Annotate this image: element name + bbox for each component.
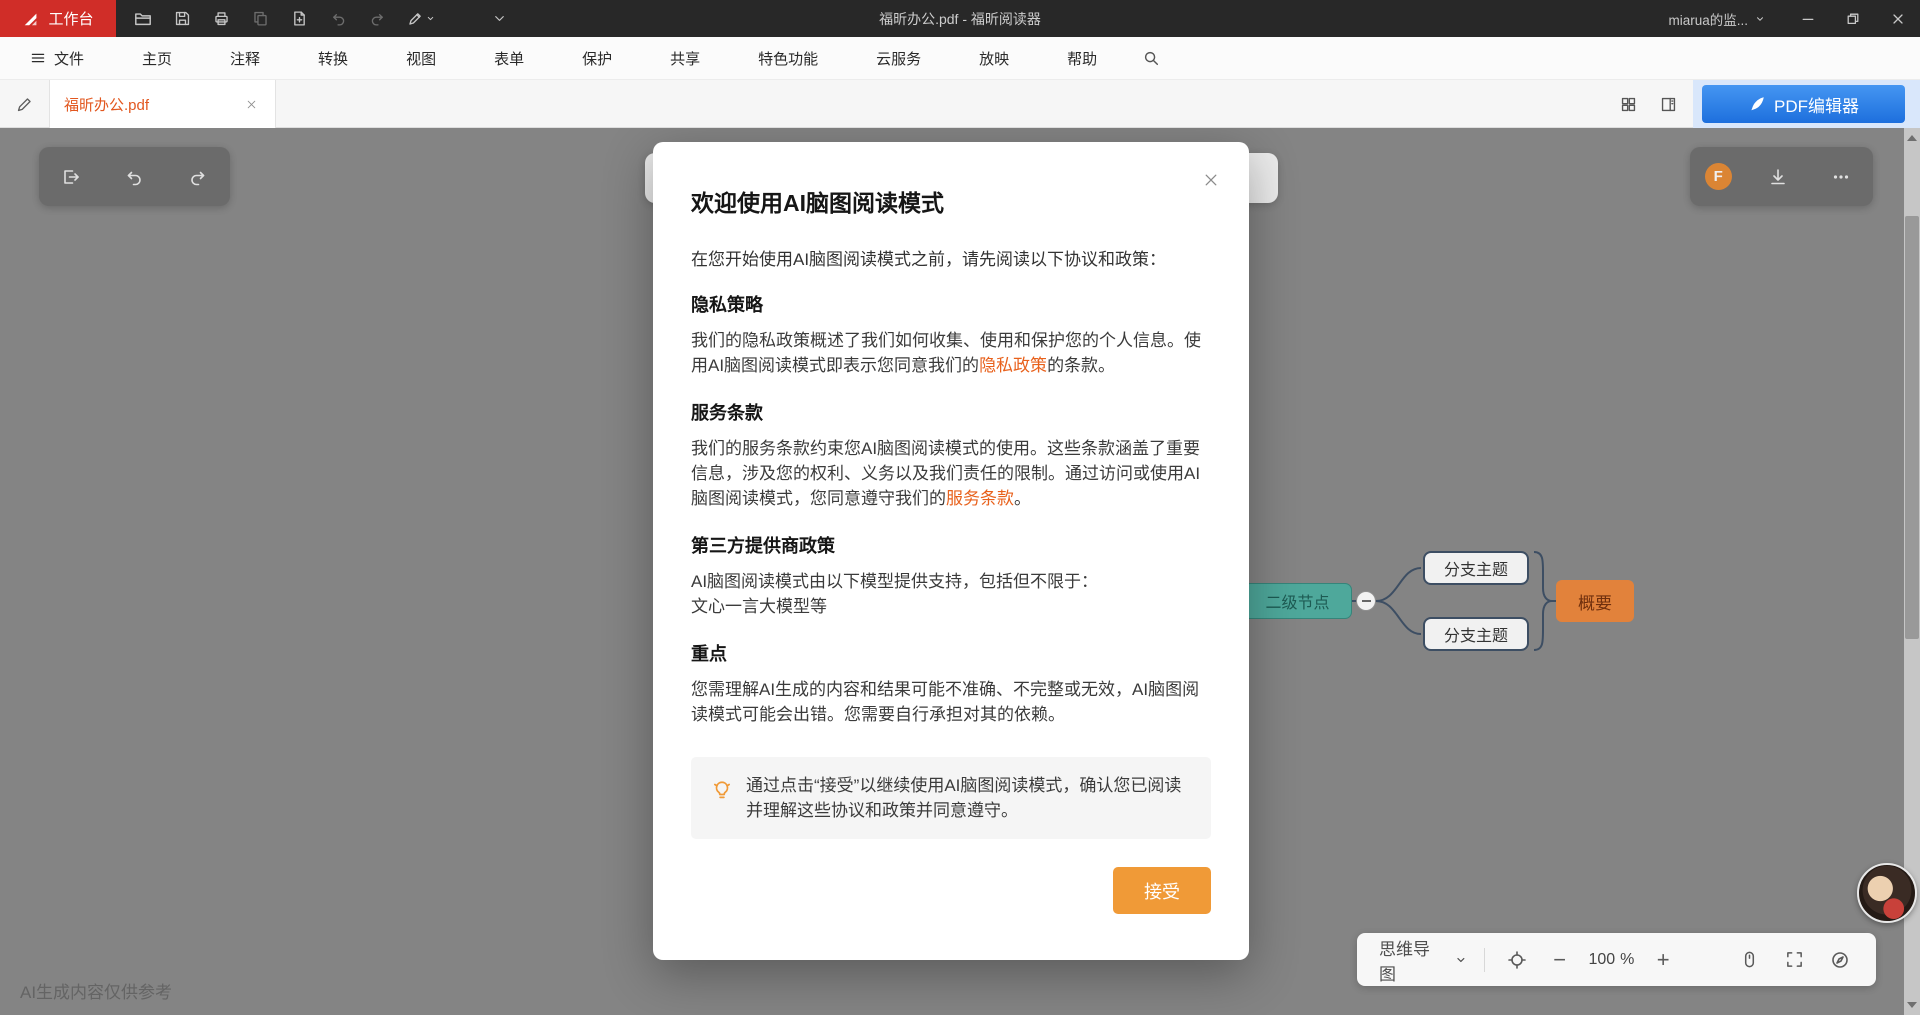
mouse-mode-icon[interactable] bbox=[1736, 946, 1763, 974]
menu-form[interactable]: 表单 bbox=[465, 37, 553, 79]
account-name: miarua的监... bbox=[1668, 9, 1748, 29]
panel-layout-icon[interactable] bbox=[1656, 92, 1680, 116]
tab-title: 福昕办公.pdf bbox=[64, 94, 241, 115]
redo-icon[interactable] bbox=[362, 4, 392, 34]
chevron-down-icon bbox=[426, 14, 435, 23]
menu-cloud[interactable]: 云服务 bbox=[847, 37, 950, 79]
mindmap-node-secondary[interactable]: 二级节点 bbox=[1243, 583, 1352, 619]
zoom-out-button[interactable]: − bbox=[1549, 947, 1571, 973]
chevron-down-icon bbox=[1755, 14, 1765, 24]
thirdparty-paragraph: AI脑图阅读模式由以下模型提供支持，包括但不限于：文心一言大模型等 bbox=[691, 569, 1211, 619]
undo-icon[interactable] bbox=[323, 4, 353, 34]
terms-heading: 服务条款 bbox=[691, 399, 1211, 425]
edit-pencil-icon[interactable] bbox=[12, 92, 36, 116]
search-icon[interactable] bbox=[1134, 41, 1168, 75]
notice-text: 通过点击“接受”以继续使用AI脑图阅读模式，确认您已阅读并理解这些协议和政策并同… bbox=[746, 773, 1191, 823]
accept-notice-box: 通过点击“接受”以继续使用AI脑图阅读模式，确认您已阅读并理解这些协议和政策并同… bbox=[691, 757, 1211, 839]
close-icon[interactable] bbox=[1199, 168, 1223, 192]
foxit-ai-logo-icon[interactable]: F bbox=[1705, 163, 1732, 190]
titlebar-right: miarua的监... bbox=[1668, 0, 1920, 37]
menu-help[interactable]: 帮助 bbox=[1038, 37, 1126, 79]
keypoint-heading: 重点 bbox=[691, 640, 1211, 666]
zoom-in-button[interactable]: + bbox=[1652, 947, 1674, 973]
menu-home[interactable]: 主页 bbox=[113, 37, 201, 79]
copy-icon[interactable] bbox=[245, 4, 275, 34]
accept-button[interactable]: 接受 bbox=[1113, 867, 1211, 914]
scrollbar-thumb[interactable] bbox=[1905, 216, 1919, 639]
privacy-policy-link[interactable]: 隐私政策 bbox=[979, 356, 1047, 375]
menu-convert[interactable]: 转换 bbox=[289, 37, 377, 79]
new-document-icon[interactable] bbox=[284, 4, 314, 34]
mindmap-node-summary[interactable]: 概要 bbox=[1556, 580, 1634, 622]
tabbar: 福昕办公.pdf PDF编辑器 bbox=[0, 80, 1920, 128]
open-file-icon[interactable] bbox=[128, 4, 158, 34]
workspace-label: 工作台 bbox=[48, 8, 93, 29]
chevron-down-icon bbox=[1455, 954, 1467, 966]
hamburger-icon bbox=[30, 50, 46, 66]
mindmap-node-branch-bottom[interactable]: 分支主题 bbox=[1423, 617, 1529, 651]
dialog-intro: 在您开始使用AI脑图阅读模式之前，请先阅读以下协议和政策： bbox=[691, 245, 1211, 270]
thirdparty-heading: 第三方提供商政策 bbox=[691, 532, 1211, 558]
ai-disclaimer-note: AI生成内容仅供参考 bbox=[20, 978, 172, 1003]
redo-icon[interactable] bbox=[181, 160, 215, 194]
download-icon[interactable] bbox=[1761, 160, 1795, 194]
lightbulb-icon bbox=[711, 779, 733, 801]
menu-share[interactable]: 共享 bbox=[641, 37, 729, 79]
locate-center-icon[interactable] bbox=[1503, 946, 1530, 974]
titlebar-quick-tools bbox=[128, 4, 514, 34]
editor-promo-band: PDF编辑器 bbox=[1693, 80, 1920, 128]
pdf-editor-button[interactable]: PDF编辑器 bbox=[1702, 85, 1905, 123]
terms-of-service-link[interactable]: 服务条款 bbox=[946, 489, 1014, 508]
pen-tool-icon[interactable] bbox=[401, 4, 441, 34]
mindmap-canvas[interactable]: 二级节点 分支主题 分支主题 概要 F 思维导图 − 100 bbox=[0, 128, 1920, 1015]
fullscreen-icon[interactable] bbox=[1781, 946, 1808, 974]
exit-mindmap-icon[interactable] bbox=[54, 160, 88, 194]
more-options-icon[interactable] bbox=[1824, 160, 1858, 194]
ai-mindmap-consent-dialog: 欢迎使用AI脑图阅读模式 在您开始使用AI脑图阅读模式之前，请先阅读以下协议和政… bbox=[653, 142, 1249, 960]
menu-protect[interactable]: 保护 bbox=[553, 37, 641, 79]
minimize-button[interactable] bbox=[1785, 0, 1830, 37]
menu-features[interactable]: 特色功能 bbox=[729, 37, 847, 79]
account-menu[interactable]: miarua的监... bbox=[1668, 9, 1765, 29]
quill-icon bbox=[1748, 95, 1766, 113]
compass-icon[interactable] bbox=[1826, 946, 1853, 974]
toolbar-expand-chevron-icon[interactable] bbox=[484, 4, 514, 34]
app-window: 工作台 福昕办公.pdf - 福昕阅读器 miarua的监... bbox=[0, 0, 1920, 1015]
restore-button[interactable] bbox=[1830, 0, 1875, 37]
print-icon[interactable] bbox=[206, 4, 236, 34]
menu-comment[interactable]: 注释 bbox=[201, 37, 289, 79]
canvas-right-toolbar: F bbox=[1690, 147, 1873, 206]
tab-close-icon[interactable] bbox=[241, 94, 261, 114]
mode-selector[interactable]: 思维导图 bbox=[1379, 935, 1466, 985]
titlebar: 工作台 福昕办公.pdf - 福昕阅读器 miarua的监... bbox=[0, 0, 1920, 37]
mindmap-node-branch-top[interactable]: 分支主题 bbox=[1423, 551, 1529, 585]
terms-paragraph: 我们的服务条款约束您AI脑图阅读模式的使用。这些条款涵盖了重要信息，涉及您的权利… bbox=[691, 436, 1211, 511]
save-icon[interactable] bbox=[167, 4, 197, 34]
minus-icon bbox=[1362, 600, 1371, 602]
dialog-title: 欢迎使用AI脑图阅读模式 bbox=[691, 184, 1211, 218]
foxit-logo-icon bbox=[22, 10, 40, 28]
scroll-up-icon[interactable] bbox=[1904, 130, 1920, 146]
workspace-button[interactable]: 工作台 bbox=[0, 0, 116, 37]
canvas-left-toolbar bbox=[39, 147, 230, 206]
menu-present[interactable]: 放映 bbox=[950, 37, 1038, 79]
keypoint-paragraph: 您需理解AI生成的内容和结果可能不准确、不完整或无效，AI脑图阅读模式可能会出错… bbox=[691, 677, 1211, 727]
menu-file[interactable]: 文件 bbox=[18, 37, 113, 79]
document-tab[interactable]: 福昕办公.pdf bbox=[49, 80, 276, 128]
canvas-zoom-toolbar: 思维导图 − 100 % + bbox=[1357, 933, 1876, 986]
zoom-level: 100 % bbox=[1588, 951, 1634, 969]
collapse-node-button[interactable] bbox=[1356, 591, 1376, 611]
tabbar-view-buttons bbox=[1616, 92, 1680, 116]
divider bbox=[1484, 948, 1485, 972]
close-window-button[interactable] bbox=[1875, 0, 1920, 37]
undo-icon[interactable] bbox=[117, 160, 151, 194]
menu-view[interactable]: 视图 bbox=[377, 37, 465, 79]
menubar: 文件 主页 注释 转换 视图 表单 保护 共享 特色功能 云服务 放映 帮助 bbox=[0, 37, 1920, 80]
dialog-actions: 接受 bbox=[691, 867, 1211, 914]
privacy-heading: 隐私策略 bbox=[691, 291, 1211, 317]
scroll-down-icon[interactable] bbox=[1904, 997, 1920, 1013]
assistant-avatar[interactable] bbox=[1857, 863, 1917, 923]
grid-view-icon[interactable] bbox=[1616, 92, 1640, 116]
privacy-paragraph: 我们的隐私政策概述了我们如何收集、使用和保护您的个人信息。使用AI脑图阅读模式即… bbox=[691, 328, 1211, 378]
